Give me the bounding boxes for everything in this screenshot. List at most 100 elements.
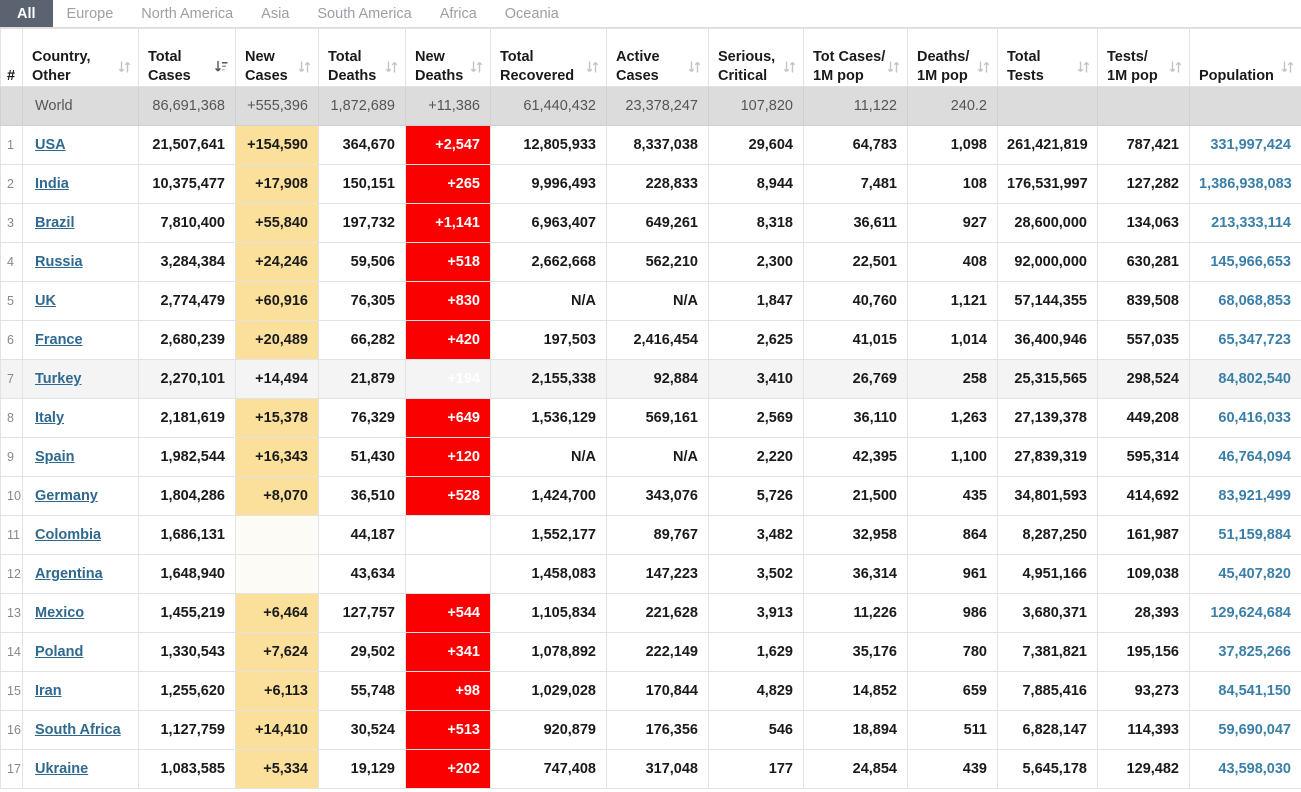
table-row: 17 Ukraine 1,083,585 +5,334 19,129 +202 747,40… bbox=[0, 749, 1301, 789]
country-link[interactable]: Poland bbox=[35, 644, 83, 660]
total-tests-cell: 261,421,819 bbox=[997, 125, 1098, 165]
sort-toggle-icon[interactable] bbox=[1281, 60, 1294, 74]
sort-toggle-icon[interactable] bbox=[385, 60, 398, 74]
row-index: 13 bbox=[0, 593, 23, 633]
country-link[interactable]: Argentina bbox=[35, 566, 103, 582]
total-deaths-cell: 59,506 bbox=[318, 242, 406, 282]
new-deaths-cell: +830 bbox=[405, 281, 491, 321]
country-link[interactable]: France bbox=[35, 332, 83, 348]
population-cell: 45,407,820 bbox=[1189, 554, 1301, 594]
covid-statistics-table: # Country, Other Total Cases New Cases Total Dea… bbox=[0, 28, 1301, 789]
column-header-tests_1m[interactable]: Tests/1M pop bbox=[1097, 28, 1190, 87]
tab-oceania[interactable]: Oceania bbox=[491, 0, 573, 27]
tab-north-america[interactable]: North America bbox=[127, 0, 247, 27]
new-deaths-cell: +202 bbox=[405, 749, 491, 789]
tab-africa[interactable]: Africa bbox=[426, 0, 491, 27]
sort-toggle-icon[interactable] bbox=[783, 60, 796, 74]
sort-toggle-icon[interactable] bbox=[470, 60, 483, 74]
new-cases-cell bbox=[235, 554, 319, 594]
sort-toggle-icon[interactable] bbox=[586, 60, 599, 74]
new-cases-cell: +16,343 bbox=[235, 437, 319, 477]
total-cases-cell: 10,375,477 bbox=[138, 164, 236, 204]
country-link[interactable]: Ukraine bbox=[35, 761, 88, 777]
serious-cell: 3,410 bbox=[708, 359, 804, 399]
column-header-new_cases[interactable]: New Cases bbox=[235, 28, 319, 87]
column-header-total_rec[interactable]: Total Recovered bbox=[490, 28, 607, 87]
tests-1m-cell: 127,282 bbox=[1097, 164, 1190, 204]
country-link[interactable]: Brazil bbox=[35, 215, 75, 231]
country-link[interactable]: India bbox=[35, 176, 69, 192]
country-link[interactable]: Colombia bbox=[35, 527, 101, 543]
cases-1m-cell: 21,500 bbox=[803, 476, 908, 516]
column-header-country[interactable]: Country, Other bbox=[22, 28, 139, 87]
country-link[interactable]: Iran bbox=[35, 683, 62, 699]
column-header-cases_1m[interactable]: Tot Cases/1M pop bbox=[803, 28, 908, 87]
new-deaths-cell: +518 bbox=[405, 242, 491, 282]
row-index: 6 bbox=[0, 320, 23, 360]
total-tests-cell: 27,139,378 bbox=[997, 398, 1098, 438]
row-index: 3 bbox=[0, 203, 23, 243]
total-tests-cell: 7,885,416 bbox=[997, 671, 1098, 711]
table-row: 13 Mexico 1,455,219 +6,464 127,757 +544 1,105,… bbox=[0, 593, 1301, 633]
sort-toggle-icon[interactable] bbox=[977, 60, 990, 74]
country-link[interactable]: Mexico bbox=[35, 605, 84, 621]
tab-europe[interactable]: Europe bbox=[53, 0, 128, 27]
tab-south-america[interactable]: South America bbox=[303, 0, 425, 27]
sort-toggle-icon[interactable] bbox=[118, 60, 131, 74]
column-header-population[interactable]: Population bbox=[1189, 28, 1301, 87]
total-deaths-cell: 364,670 bbox=[318, 125, 406, 165]
population-cell: 51,159,884 bbox=[1189, 515, 1301, 555]
new-cases-cell: +17,908 bbox=[235, 164, 319, 204]
country-link[interactable]: South Africa bbox=[35, 722, 121, 738]
sort-toggle-icon[interactable] bbox=[298, 60, 311, 74]
new-deaths-cell: +341 bbox=[405, 632, 491, 672]
sort-descending-icon[interactable] bbox=[215, 60, 228, 74]
country-cell: Ukraine bbox=[22, 749, 139, 789]
total-tests-cell: 28,600,000 bbox=[997, 203, 1098, 243]
serious-cell: 177 bbox=[708, 749, 804, 789]
tests-1m-cell: 161,987 bbox=[1097, 515, 1190, 555]
column-header-active[interactable]: Active Cases bbox=[606, 28, 709, 87]
country-link[interactable]: UK bbox=[35, 293, 56, 309]
table-row: 3 Brazil 7,810,400 +55,840 197,732 +1,141 6,96… bbox=[0, 203, 1301, 243]
sort-toggle-icon[interactable] bbox=[688, 60, 701, 74]
country-link[interactable]: USA bbox=[35, 137, 66, 153]
country-link[interactable]: Turkey bbox=[35, 371, 81, 387]
population-cell: 213,333,114 bbox=[1189, 203, 1301, 243]
country-cell: UK bbox=[22, 281, 139, 321]
sort-toggle-icon[interactable] bbox=[887, 60, 900, 74]
tab-all[interactable]: All bbox=[0, 0, 53, 27]
country-link[interactable]: Italy bbox=[35, 410, 64, 426]
total-cases-cell: 2,270,101 bbox=[138, 359, 236, 399]
new-cases-cell: +55,840 bbox=[235, 203, 319, 243]
population-cell: 37,825,266 bbox=[1189, 632, 1301, 672]
country-link[interactable]: Germany bbox=[35, 488, 98, 504]
serious-cell: 2,300 bbox=[708, 242, 804, 282]
total-deaths-cell: 44,187 bbox=[318, 515, 406, 555]
country-link[interactable]: Spain bbox=[35, 449, 74, 465]
deaths-1m-cell: 961 bbox=[907, 554, 998, 594]
active-cell: 176,356 bbox=[606, 710, 709, 750]
active-cell: 147,223 bbox=[606, 554, 709, 594]
column-header-total_deaths[interactable]: Total Deaths bbox=[318, 28, 406, 87]
new-cases-cell: +60,916 bbox=[235, 281, 319, 321]
total-tests-cell: 25,315,565 bbox=[997, 359, 1098, 399]
deaths-1m-cell: 1,100 bbox=[907, 437, 998, 477]
table-body: World 86,691,368 +555,396 1,872,689 +11,386 6… bbox=[0, 86, 1301, 789]
column-header-total_cases[interactable]: Total Cases bbox=[138, 28, 236, 87]
total-tests-cell: 5,645,178 bbox=[997, 749, 1098, 789]
new-cases-cell: +14,494 bbox=[235, 359, 319, 399]
sort-toggle-icon[interactable] bbox=[1169, 60, 1182, 74]
total-cases-cell: 3,284,384 bbox=[138, 242, 236, 282]
column-header-idx[interactable]: # bbox=[0, 28, 23, 87]
column-header-new_deaths[interactable]: New Deaths bbox=[405, 28, 491, 87]
new-deaths-cell: +98 bbox=[405, 671, 491, 711]
tab-asia[interactable]: Asia bbox=[247, 0, 303, 27]
new-cases-cell: +5,334 bbox=[235, 749, 319, 789]
column-header-total_tests[interactable]: Total Tests bbox=[997, 28, 1098, 87]
column-header-deaths_1m[interactable]: Deaths/1M pop bbox=[907, 28, 998, 87]
column-header-serious[interactable]: Serious, Critical bbox=[708, 28, 804, 87]
deaths-1m-cell: 659 bbox=[907, 671, 998, 711]
sort-toggle-icon[interactable] bbox=[1077, 60, 1090, 74]
country-link[interactable]: Russia bbox=[35, 254, 83, 270]
